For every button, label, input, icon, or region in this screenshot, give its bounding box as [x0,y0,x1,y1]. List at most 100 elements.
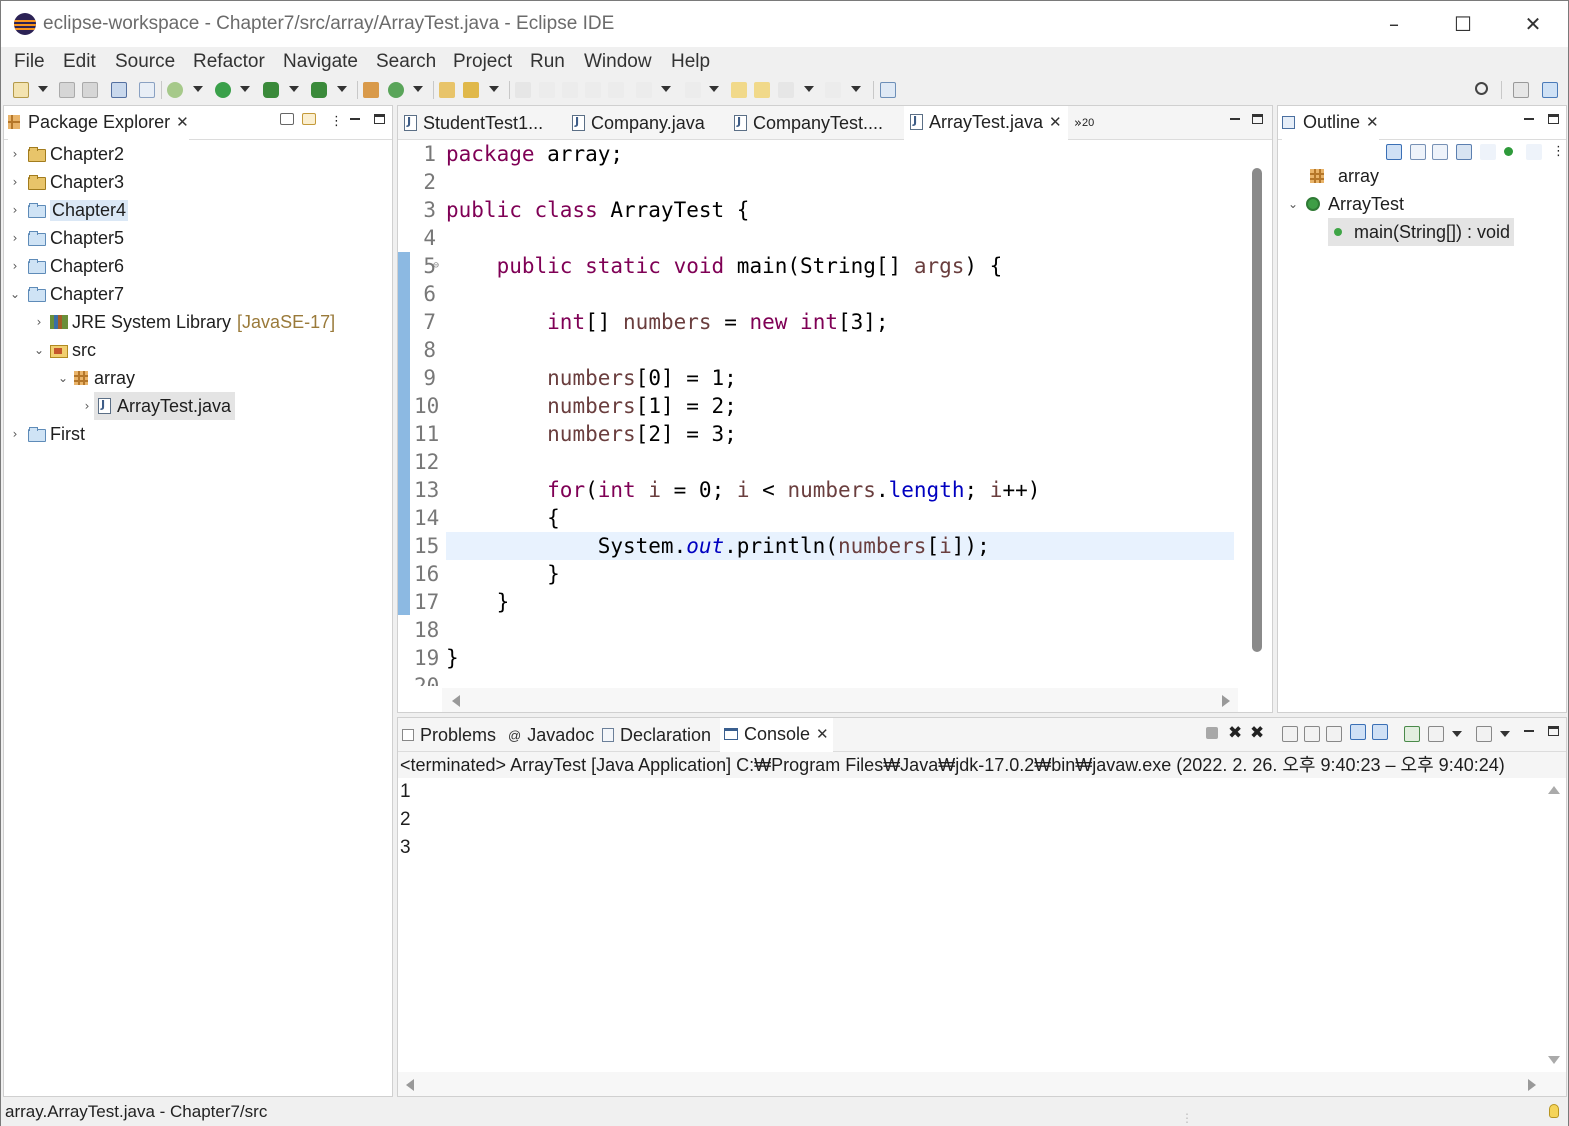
chevron-right-icon[interactable]: › [8,203,22,217]
link-with-editor-icon[interactable] [302,113,316,125]
coverage-icon[interactable] [263,82,279,98]
menu-project[interactable]: Project [453,51,512,73]
open-console-dropdown-icon[interactable] [1500,731,1510,737]
chevron-right-icon[interactable]: › [32,315,46,329]
skip-breakpoints-icon[interactable] [139,82,155,98]
close-icon[interactable]: ✕ [816,725,829,743]
tree-item-chapter6[interactable]: › Chapter6 [8,252,124,280]
hide-non-public-icon[interactable] [1504,147,1513,156]
code-editor[interactable]: 1 package array; 2 3 public class ArrayTes… [398,140,1272,712]
code-line-4[interactable]: 4 [398,224,1234,252]
chevron-right-icon[interactable]: › [8,175,22,189]
code-line-10[interactable]: 10 numbers[1] = 2; [398,392,1234,420]
console-horizontal-scrollbar[interactable] [398,1072,1566,1096]
next-annotation-dropdown-icon[interactable] [661,86,671,92]
tab-companytest[interactable]: CompanyTest.... [734,106,883,140]
forward-dropdown-icon[interactable] [851,86,861,92]
chevron-right-icon[interactable]: › [80,399,94,413]
tree-item-chapter3[interactable]: › Chapter3 [8,168,124,196]
previous-annotation-dropdown-icon[interactable] [709,86,719,92]
open-perspective-icon[interactable] [1513,82,1529,98]
code-line-3[interactable]: 3 public class ArrayTest { [398,196,1234,224]
search-icon[interactable] [1475,82,1488,95]
new-class-dropdown-icon[interactable] [413,86,423,92]
scrollbar-thumb[interactable] [1252,168,1262,652]
menu-source[interactable]: Source [115,51,175,73]
word-wrap-icon[interactable] [585,82,601,98]
close-icon[interactable]: ✕ [1049,113,1062,131]
tab-package-explorer[interactable]: Package Explorer ✕ [8,106,189,140]
tree-item-src[interactable]: ⌄ src [32,336,96,364]
sort-icon[interactable] [1386,144,1402,160]
outline-item-class[interactable]: ⌄ ArrayTest [1286,190,1404,218]
tab-outline[interactable]: Outline ✕ [1282,106,1379,140]
menu-search[interactable]: Search [376,51,436,73]
view-menu-icon[interactable]: ⋮ [330,114,343,129]
new-java-class-icon[interactable] [388,82,404,98]
code-line-16[interactable]: 16 } [398,560,1234,588]
terminal-icon[interactable] [111,82,127,98]
remove-launch-icon[interactable]: ✖ [1228,723,1242,743]
tab-studenttest1[interactable]: StudentTest1... [404,106,543,140]
minimize-view-icon[interactable] [1524,118,1534,120]
pin-console-icon[interactable] [1404,726,1420,742]
code-line-17[interactable]: 17 } [398,588,1234,616]
run-dropdown-icon[interactable] [240,86,250,92]
lightbulb-icon[interactable] [1549,1104,1559,1118]
tab-arraytest-java[interactable]: ArrayTest.java ✕ [904,106,1068,140]
debug-dropdown-icon[interactable] [193,86,203,92]
save-icon[interactable] [59,82,75,98]
close-window-button[interactable]: ✕ [1513,9,1553,39]
maximize-view-icon[interactable] [374,114,385,124]
minimize-view-icon[interactable] [1524,730,1534,732]
chevron-right-icon[interactable]: › [8,259,22,273]
chevron-down-icon[interactable]: ⌄ [8,287,22,301]
outline-item-method[interactable]: main(String[]) : void [1328,218,1515,246]
block-selection-icon[interactable] [562,82,578,98]
search-dropdown-icon[interactable] [489,86,499,92]
close-icon[interactable]: ✕ [176,113,189,131]
tree-item-chapter5[interactable]: › Chapter5 [8,224,124,252]
new-dropdown-icon[interactable] [38,86,48,92]
tab-problems[interactable]: Problems [402,718,496,752]
tree-item-first[interactable]: › First [8,420,85,448]
scroll-right-icon[interactable] [1528,1079,1536,1091]
external-tools-dropdown-icon[interactable] [337,86,347,92]
chevron-right-icon[interactable]: › [8,427,22,441]
code-line-1[interactable]: 1 package array; [398,140,1234,168]
terminate-icon[interactable] [1206,727,1218,739]
code-line-18[interactable]: 18 [398,616,1234,644]
menu-navigate[interactable]: Navigate [283,51,358,73]
last-edit-location-icon[interactable] [731,82,747,98]
remove-all-launches-icon[interactable]: ✖ [1250,723,1264,743]
code-line-11[interactable]: 11 numbers[2] = 3; [398,420,1234,448]
chevron-right-icon[interactable]: › [8,147,22,161]
collapse-all-icon[interactable] [1410,144,1426,160]
tab-declaration[interactable]: Declaration [602,718,711,752]
maximize-view-icon[interactable] [1252,114,1263,124]
back-icon[interactable] [778,82,794,98]
menu-refactor[interactable]: Refactor [193,51,265,73]
toggle-mark-occurrences-icon[interactable] [515,82,531,98]
display-console-dropdown-icon[interactable] [1452,731,1462,737]
open-type-icon[interactable] [439,82,455,98]
display-console-icon[interactable] [1428,726,1444,742]
show-console-on-stderr-icon[interactable] [1372,724,1388,740]
hide-local-types-icon[interactable] [1526,144,1542,160]
forward-icon[interactable] [825,82,841,98]
external-tools-icon[interactable] [311,82,327,98]
tab-company-java[interactable]: Company.java [572,106,705,140]
previous-annotation-icon[interactable] [685,82,701,98]
editor-vertical-scrollbar[interactable] [1238,140,1272,688]
scroll-right-icon[interactable] [1222,695,1230,707]
close-icon[interactable]: ✕ [1366,113,1379,131]
menu-file[interactable]: File [14,51,45,73]
minimize-window-button[interactable]: – [1374,9,1414,39]
code-line-12[interactable]: 12 [398,448,1234,476]
scroll-down-icon[interactable] [1548,1056,1560,1064]
chevron-down-icon[interactable]: ⌄ [56,371,70,385]
code-line-19[interactable]: 19} [398,644,1234,672]
debug-icon[interactable] [167,82,183,98]
editor-horizontal-scrollbar[interactable] [442,688,1238,712]
code-line-9[interactable]: 9 numbers[0] = 1; [398,364,1234,392]
